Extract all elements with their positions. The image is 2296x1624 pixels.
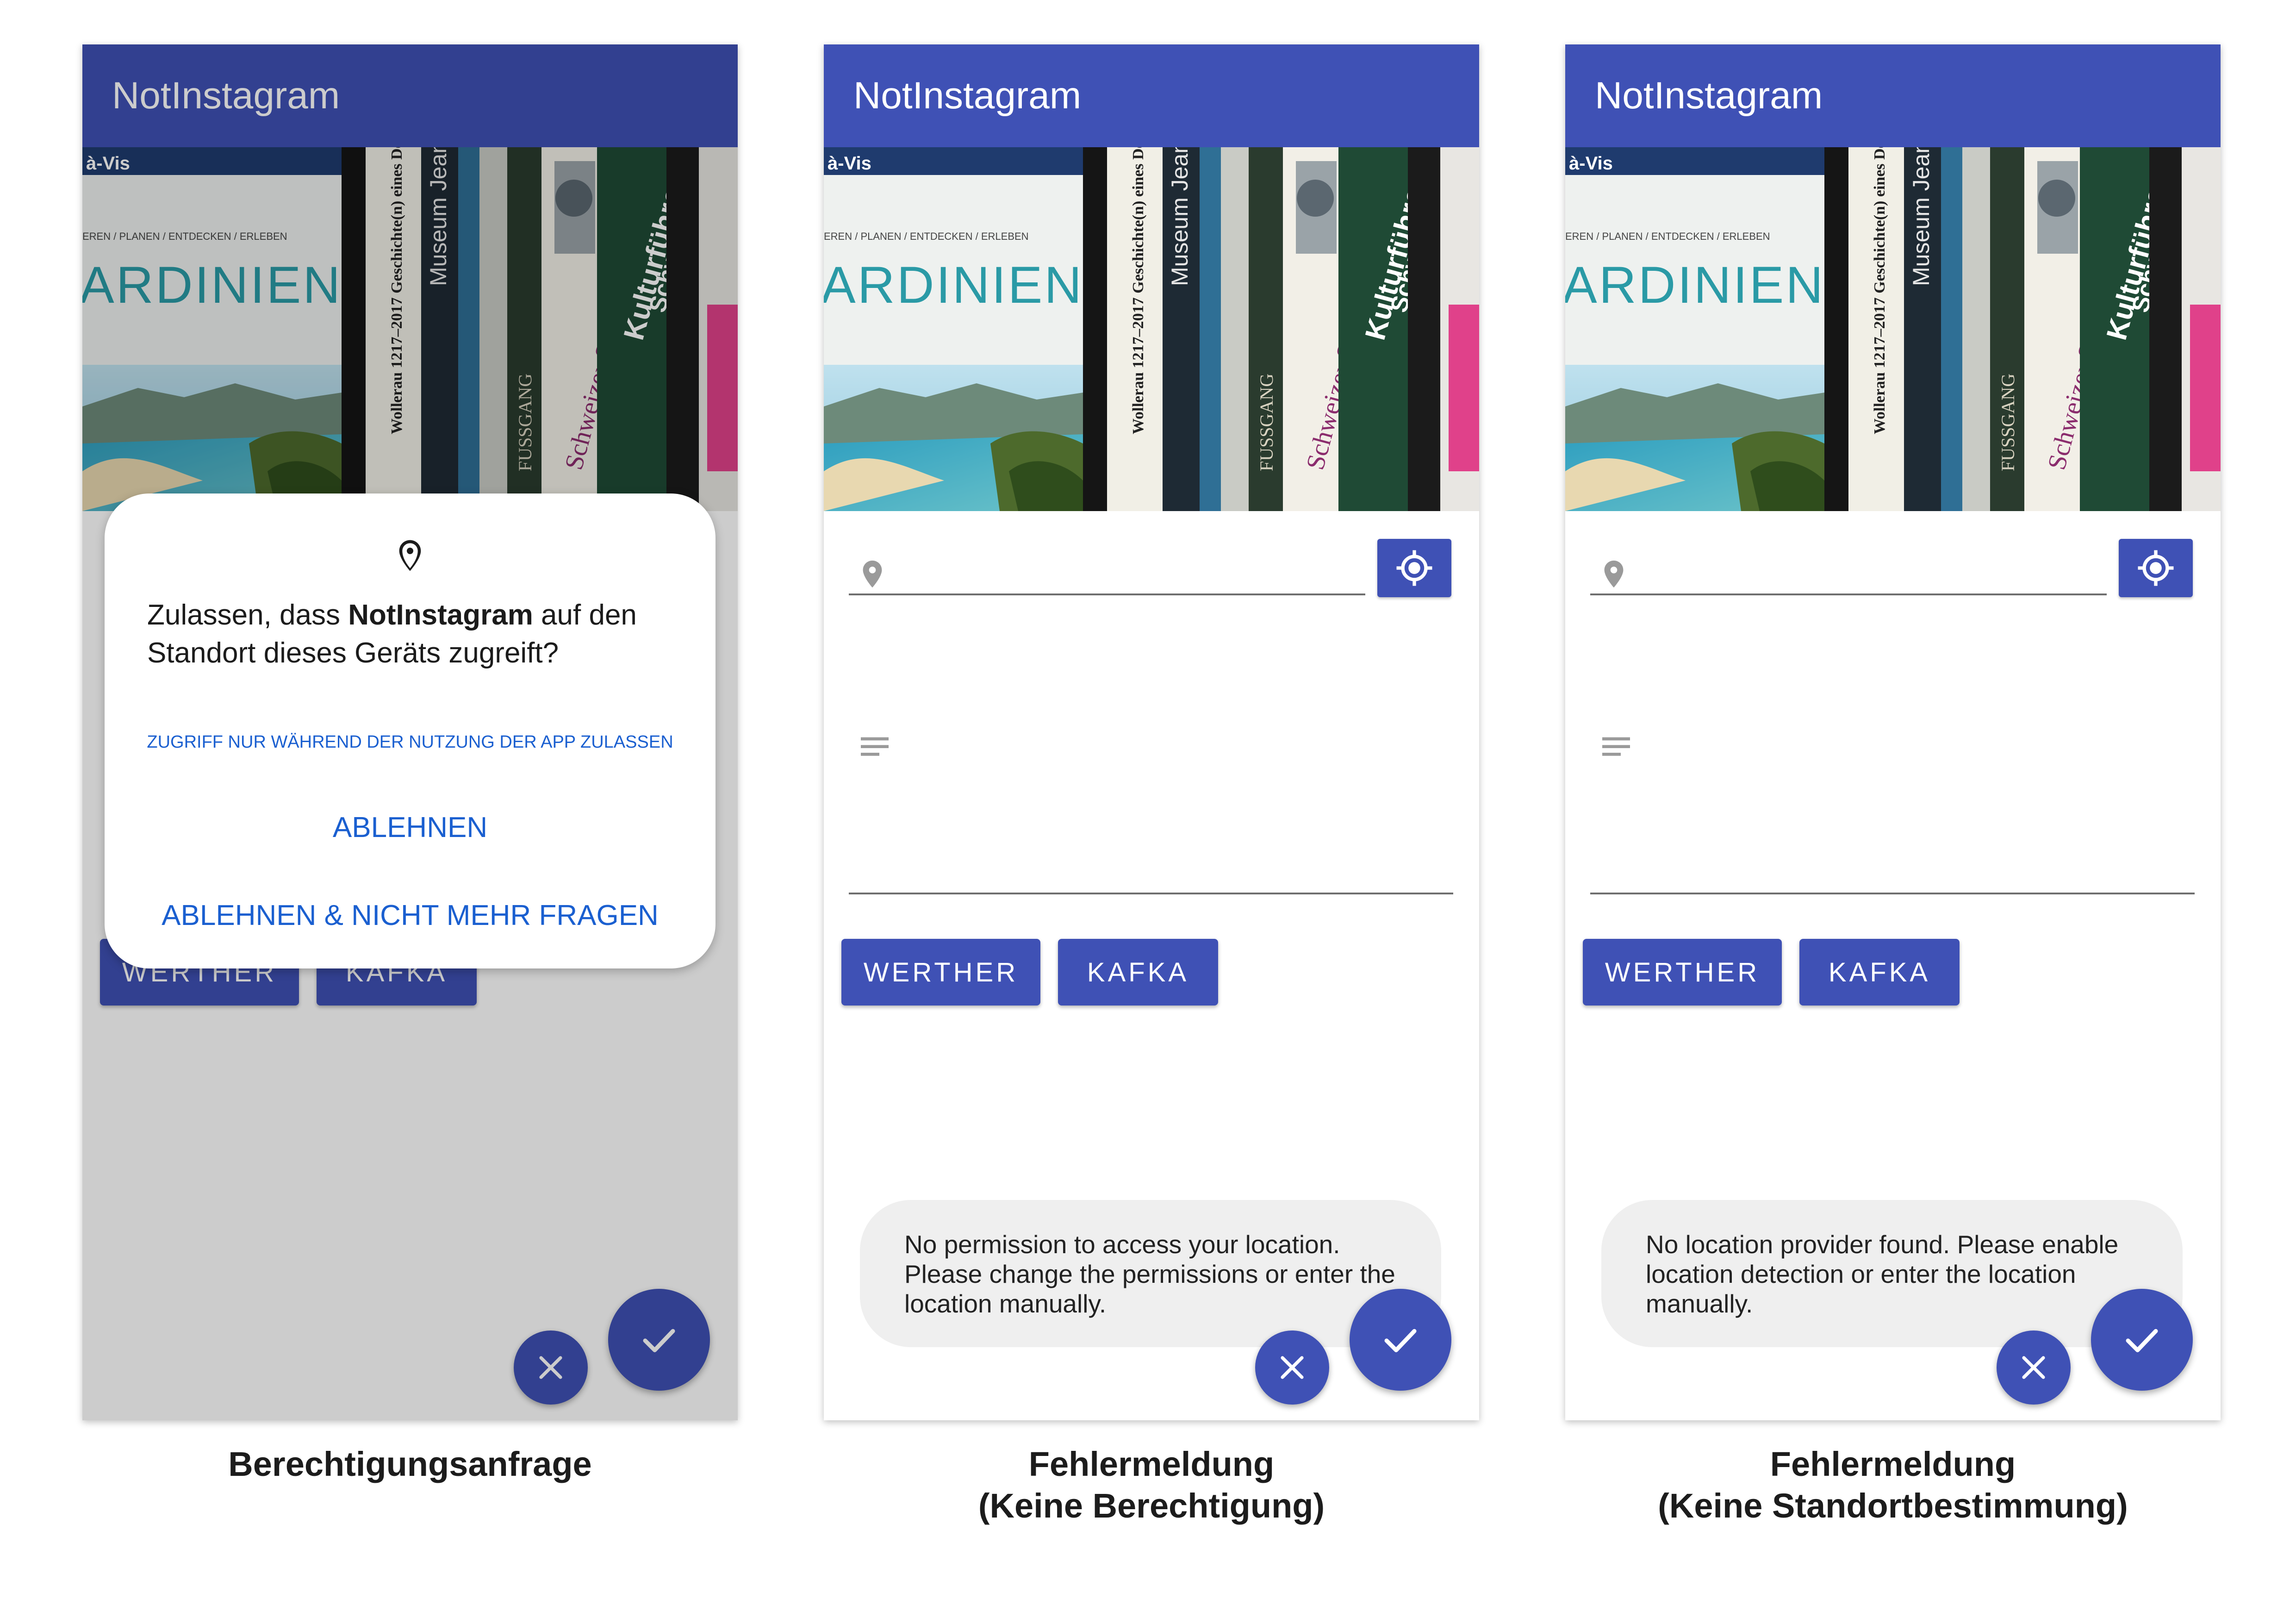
tag-chip-werther[interactable]: WERTHER <box>841 939 1040 1006</box>
gps-crosshair-icon <box>2135 548 2176 588</box>
location-pin-icon <box>1598 556 1630 593</box>
screen-caption: Fehlermeldung (Keine Standortbestimmung) <box>1565 1443 2221 1527</box>
caption-line: Fehlermeldung <box>1028 1445 1275 1483</box>
app-title: NotInstagram <box>853 75 1082 117</box>
app-bar: NotInstagram <box>1565 44 2221 147</box>
location-input[interactable] <box>849 593 1365 595</box>
description-input[interactable] <box>849 893 1453 894</box>
location-pin-icon <box>392 533 429 578</box>
tag-chip-kafka[interactable]: KAFKA <box>1799 939 1960 1006</box>
phone-screen-no-permission: NotInstagram WERTHER KAFKA No permission… <box>824 44 1479 1420</box>
post-form: WERTHER KAFKA No location provider found… <box>1565 511 2221 1420</box>
phone-screen-permission: NotInstagram WERTHER KAFKA Zulassen, das… <box>82 44 738 1420</box>
post-form: WERTHER KAFKA No permission to access yo… <box>824 511 1479 1420</box>
allow-while-using-button[interactable]: ZUGRIFF NUR WÄHREND DER NUTZUNG DER APP … <box>105 732 716 752</box>
post-photo <box>824 147 1479 511</box>
close-icon <box>2017 1351 2050 1384</box>
check-icon <box>2121 1319 2163 1361</box>
location-pin-icon <box>856 556 889 593</box>
phone-screen-no-provider: NotInstagram WERTHER KAFKA No location p… <box>1565 44 2221 1420</box>
deny-button[interactable]: ABLEHNEN <box>105 811 716 844</box>
location-input[interactable] <box>1590 593 2107 595</box>
caption-line: Berechtigungsanfrage <box>228 1445 592 1483</box>
close-icon <box>1276 1351 1309 1384</box>
confirm-fab[interactable] <box>1350 1289 1451 1391</box>
permission-message: Zulassen, dass NotInstagram auf den Stan… <box>147 599 637 669</box>
app-title: NotInstagram <box>1595 75 1823 117</box>
gps-crosshair-icon <box>1394 548 1435 588</box>
caption-line: Fehlermeldung <box>1770 1445 2016 1483</box>
caption-line: (Keine Standortbestimmung) <box>1658 1487 2128 1525</box>
confirm-fab[interactable] <box>2091 1289 2193 1391</box>
locate-button[interactable] <box>2119 539 2193 597</box>
tag-chip-kafka[interactable]: KAFKA <box>1058 939 1218 1006</box>
notes-lines-icon <box>856 730 893 767</box>
check-icon <box>1380 1319 1421 1361</box>
cancel-fab[interactable] <box>1255 1330 1329 1405</box>
post-photo <box>1565 147 2221 511</box>
screen-caption: Berechtigungsanfrage <box>82 1443 738 1485</box>
app-bar: NotInstagram <box>824 44 1479 147</box>
cancel-fab[interactable] <box>1997 1330 2071 1405</box>
locate-button[interactable] <box>1377 539 1451 597</box>
permission-dialog: Zulassen, dass NotInstagram auf den Stan… <box>105 493 716 968</box>
deny-dont-ask-button[interactable]: ABLEHNEN & NICHT MEHR FRAGEN <box>105 899 716 932</box>
description-input[interactable] <box>1590 893 2195 894</box>
screen-caption: Fehlermeldung (Keine Berechtigung) <box>824 1443 1479 1527</box>
notes-lines-icon <box>1598 730 1635 767</box>
caption-line: (Keine Berechtigung) <box>978 1487 1325 1525</box>
tag-chip-werther[interactable]: WERTHER <box>1583 939 1782 1006</box>
